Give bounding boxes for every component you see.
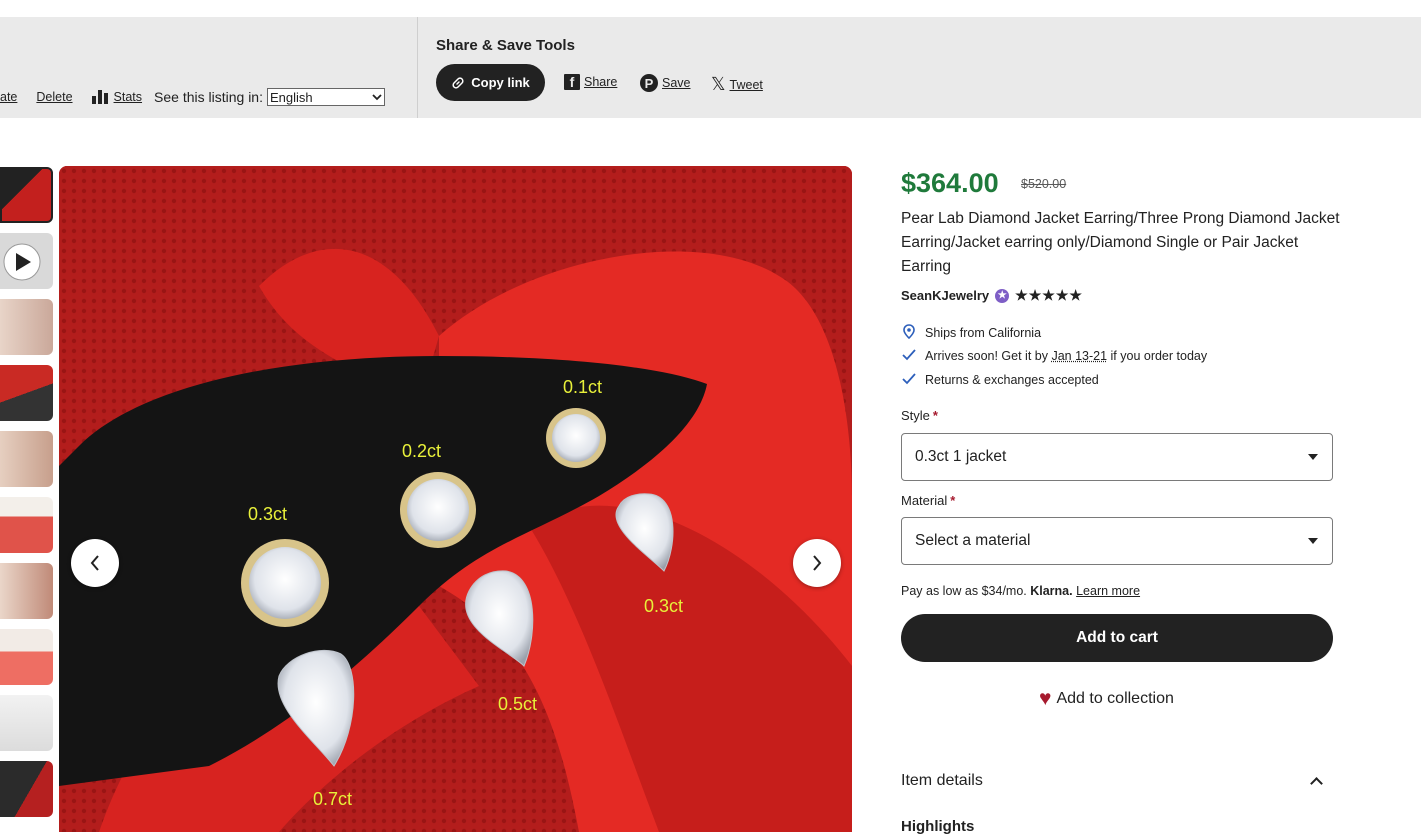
facebook-icon: f bbox=[564, 74, 580, 90]
arrival-suffix: if you order today bbox=[1107, 349, 1208, 363]
arrival-row: Arrives soon! Get it by Jan 13-21 if you… bbox=[901, 348, 1207, 364]
thumbnail[interactable] bbox=[0, 167, 53, 223]
check-icon bbox=[901, 372, 917, 388]
edit-link[interactable]: ate bbox=[0, 90, 17, 104]
image-label-0-3ct-pear: 0.3ct bbox=[644, 596, 683, 616]
bar-chart-icon bbox=[91, 90, 108, 104]
facebook-share[interactable]: f Share bbox=[564, 74, 617, 90]
previous-image-button[interactable] bbox=[71, 539, 119, 587]
location-pin-icon bbox=[901, 324, 917, 342]
thumbnail[interactable] bbox=[0, 431, 53, 487]
pinterest-icon: P bbox=[640, 74, 658, 92]
facebook-share-label: Share bbox=[584, 75, 618, 89]
play-icon bbox=[3, 243, 41, 281]
copy-link-button[interactable]: Copy link bbox=[436, 64, 545, 101]
language-select[interactable]: English bbox=[266, 88, 385, 106]
required-marker: * bbox=[950, 493, 956, 508]
highlights-heading: Highlights bbox=[901, 818, 975, 835]
chevron-right-icon bbox=[813, 555, 822, 571]
dropdown-arrow-icon bbox=[1308, 454, 1318, 460]
dropdown-arrow-icon bbox=[1308, 538, 1318, 544]
thumbnail[interactable] bbox=[0, 761, 53, 817]
style-select[interactable]: 0.3ct 1 jacket bbox=[901, 433, 1333, 481]
chevron-down-icon bbox=[372, 93, 382, 100]
style-value: 0.3ct 1 jacket bbox=[915, 448, 1007, 465]
item-details-heading: Item details bbox=[901, 772, 983, 789]
ships-from-text: Ships from California bbox=[925, 326, 1042, 340]
thumbnail[interactable] bbox=[0, 629, 53, 685]
chevron-up-icon bbox=[1310, 776, 1323, 790]
arrival-date[interactable]: Jan 13-21 bbox=[1051, 349, 1107, 363]
product-photo: 0.1ct 0.2ct 0.3ct 0.3ct 0.5ct 0.7ct bbox=[59, 166, 852, 832]
x-logo-icon: 𝕏 bbox=[711, 74, 726, 94]
add-to-collection-label: Add to collection bbox=[1056, 689, 1174, 707]
add-to-cart-button[interactable]: Add to cart bbox=[901, 614, 1333, 662]
original-price: $520.00 bbox=[1021, 177, 1067, 191]
klarna-prefix: Pay as low as $34/mo. bbox=[901, 584, 1031, 598]
delete-link[interactable]: Delete bbox=[36, 90, 72, 104]
stats-link[interactable]: Stats bbox=[91, 90, 143, 104]
thumbnail[interactable] bbox=[0, 563, 53, 619]
thumbnail-video[interactable] bbox=[0, 233, 53, 289]
x-tweet-label: Tweet bbox=[729, 77, 763, 92]
image-label-0-3ct: 0.3ct bbox=[248, 504, 287, 524]
product-title: Pear Lab Diamond Jacket Earring/Three Pr… bbox=[901, 210, 1340, 275]
material-value: Select a material bbox=[915, 532, 1031, 549]
shop-name-link[interactable]: SeanKJewelry bbox=[901, 288, 989, 303]
pinterest-save[interactable]: P Save bbox=[640, 74, 691, 92]
seller-links: ate Delete Stats See this listing in: En… bbox=[0, 88, 385, 106]
heart-icon: ♥ bbox=[1039, 687, 1052, 710]
image-label-0-2ct: 0.2ct bbox=[402, 441, 441, 461]
ships-from-row: Ships from California bbox=[901, 324, 1041, 342]
image-label-0-7ct: 0.7ct bbox=[313, 789, 352, 809]
chevron-left-icon bbox=[90, 555, 99, 571]
style-label-text: Style bbox=[901, 408, 930, 423]
returns-text: Returns & exchanges accepted bbox=[925, 373, 1099, 387]
next-image-button[interactable] bbox=[793, 539, 841, 587]
arrival-prefix: Arrives soon! Get it by bbox=[925, 349, 1052, 363]
returns-row: Returns & exchanges accepted bbox=[901, 372, 1099, 388]
price: $364.00 bbox=[901, 168, 999, 198]
material-label-text: Material bbox=[901, 493, 948, 508]
seller-toolbar: ate Delete Stats See this listing in: En… bbox=[0, 17, 1421, 118]
image-label-0-5ct: 0.5ct bbox=[498, 694, 537, 714]
required-marker: * bbox=[932, 408, 938, 423]
thumbnail[interactable] bbox=[0, 497, 53, 553]
thumbnail[interactable] bbox=[0, 299, 53, 355]
material-label: Material * bbox=[901, 493, 955, 508]
klarna-learn-more-link[interactable]: Learn more bbox=[1076, 584, 1140, 598]
copy-link-label: Copy link bbox=[471, 75, 530, 90]
klarna-financing: Pay as low as $34/mo. Klarna. Learn more bbox=[901, 584, 1140, 598]
image-label-0-1ct: 0.1ct bbox=[563, 377, 602, 397]
stats-label[interactable]: Stats bbox=[114, 90, 143, 104]
style-label: Style * bbox=[901, 408, 938, 423]
shop-info: SeanKJewelry ★ ★★★★★ bbox=[901, 287, 1083, 304]
rating-stars[interactable]: ★★★★★ bbox=[1015, 287, 1083, 304]
link-icon bbox=[452, 76, 464, 89]
pinterest-save-label: Save bbox=[662, 76, 691, 90]
check-icon bbox=[901, 348, 917, 364]
share-tools-title: Share & Save Tools bbox=[436, 37, 575, 54]
language-value: English bbox=[269, 89, 313, 105]
thumbnail[interactable] bbox=[0, 695, 53, 751]
item-details-toggle[interactable]: Item details bbox=[901, 772, 1333, 790]
see-listing-label: See this listing in: bbox=[154, 89, 263, 105]
main-product-image: 0.1ct 0.2ct 0.3ct 0.3ct 0.5ct 0.7ct bbox=[59, 166, 852, 832]
star-seller-icon: ★ bbox=[995, 288, 1010, 303]
thumbnail[interactable] bbox=[0, 365, 53, 421]
add-to-collection-button[interactable]: ♥ Add to collection bbox=[1039, 688, 1174, 709]
x-tweet[interactable]: 𝕏 Tweet bbox=[711, 74, 763, 95]
material-select[interactable]: Select a material bbox=[901, 517, 1333, 565]
klarna-logo: Klarna. bbox=[1030, 584, 1073, 598]
top-strip bbox=[0, 0, 1421, 18]
seller-tools: ate Delete Stats See this listing in: En… bbox=[0, 17, 418, 118]
